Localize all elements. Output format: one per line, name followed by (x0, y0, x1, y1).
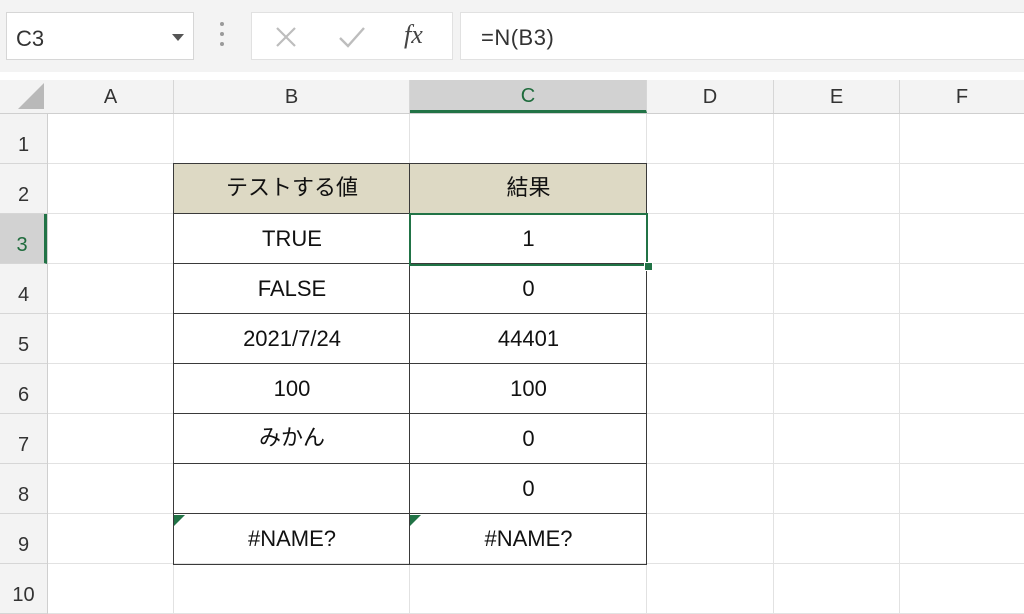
cell-c4[interactable]: 0 (410, 264, 647, 314)
cell-c7[interactable]: 0 (410, 414, 647, 464)
cell-b4[interactable]: FALSE (174, 264, 410, 314)
row-header-4[interactable]: 4 (0, 264, 47, 314)
table-border (409, 163, 410, 565)
column-header-a[interactable]: A (48, 80, 174, 113)
table-border (173, 463, 647, 464)
row-header-8[interactable]: 8 (0, 464, 47, 514)
cell-b6[interactable]: 100 (174, 364, 410, 414)
row-header-7[interactable]: 7 (0, 414, 47, 464)
insert-function-button[interactable]: fx (400, 18, 440, 54)
cell-c3[interactable]: 1 (410, 214, 647, 264)
row-header-column: 1 2 3 4 5 6 7 8 9 10 (0, 114, 48, 614)
check-icon (339, 27, 365, 48)
row-header-2[interactable]: 2 (0, 164, 47, 214)
column-header-f[interactable]: F (900, 80, 1024, 113)
cell-b5[interactable]: 2021/7/24 (174, 314, 410, 364)
cell-c9[interactable]: #NAME? (410, 514, 647, 564)
cell-c5[interactable]: 44401 (410, 314, 647, 364)
row-header-10[interactable]: 10 (0, 564, 47, 614)
table-border (173, 263, 647, 264)
row-header-6[interactable]: 6 (0, 364, 47, 414)
column-header-d[interactable]: D (647, 80, 774, 113)
table-border (646, 163, 647, 565)
name-box[interactable]: C3 (6, 12, 194, 60)
cell-b8[interactable] (174, 464, 410, 514)
formula-bar: C3 fx =N(B3) (0, 0, 1024, 72)
cell-b7[interactable]: みかん (174, 414, 410, 464)
close-icon (276, 27, 296, 47)
column-header-e[interactable]: E (774, 80, 900, 113)
table-header-test-value[interactable]: テストする値 (174, 164, 410, 214)
table-border (173, 163, 647, 164)
formula-input[interactable]: =N(B3) (460, 12, 1024, 60)
cancel-button[interactable] (270, 21, 302, 53)
cell-grid[interactable]: テストする値 結果 TRUE 1 FALSE 0 2021/7/24 44401… (48, 114, 1024, 614)
gridline (899, 114, 900, 614)
row-header-1[interactable]: 1 (0, 114, 47, 164)
column-header-b[interactable]: B (174, 80, 410, 113)
more-options-icon[interactable] (220, 22, 224, 48)
table-border (173, 163, 174, 565)
table-header-result[interactable]: 結果 (410, 164, 647, 214)
table-border (173, 513, 647, 514)
cell-b3[interactable]: TRUE (174, 214, 410, 264)
error-indicator-icon[interactable] (410, 515, 421, 526)
table-border (173, 363, 647, 364)
table-border (173, 313, 647, 314)
row-header-5[interactable]: 5 (0, 314, 47, 364)
column-header-row: A B C D E F (0, 80, 1024, 114)
cell-b9[interactable]: #NAME? (174, 514, 410, 564)
table-border (173, 413, 647, 414)
row-header-9[interactable]: 9 (0, 514, 47, 564)
formula-buttons: fx (251, 12, 453, 60)
cell-c6[interactable]: 100 (410, 364, 647, 414)
column-header-c[interactable]: C (410, 80, 647, 113)
enter-button[interactable] (336, 21, 368, 53)
fx-icon: fx (404, 20, 423, 49)
row-header-3[interactable]: 3 (0, 214, 47, 264)
select-all-button[interactable] (0, 80, 48, 113)
name-box-value[interactable]: C3 (16, 26, 44, 52)
cell-c8[interactable]: 0 (410, 464, 647, 514)
table-border (173, 213, 647, 214)
fill-handle[interactable] (644, 262, 653, 271)
chevron-down-icon[interactable] (172, 34, 184, 41)
formula-text[interactable]: =N(B3) (481, 25, 554, 51)
error-indicator-icon[interactable] (174, 515, 185, 526)
gridline (773, 114, 774, 614)
table-border (173, 564, 647, 565)
